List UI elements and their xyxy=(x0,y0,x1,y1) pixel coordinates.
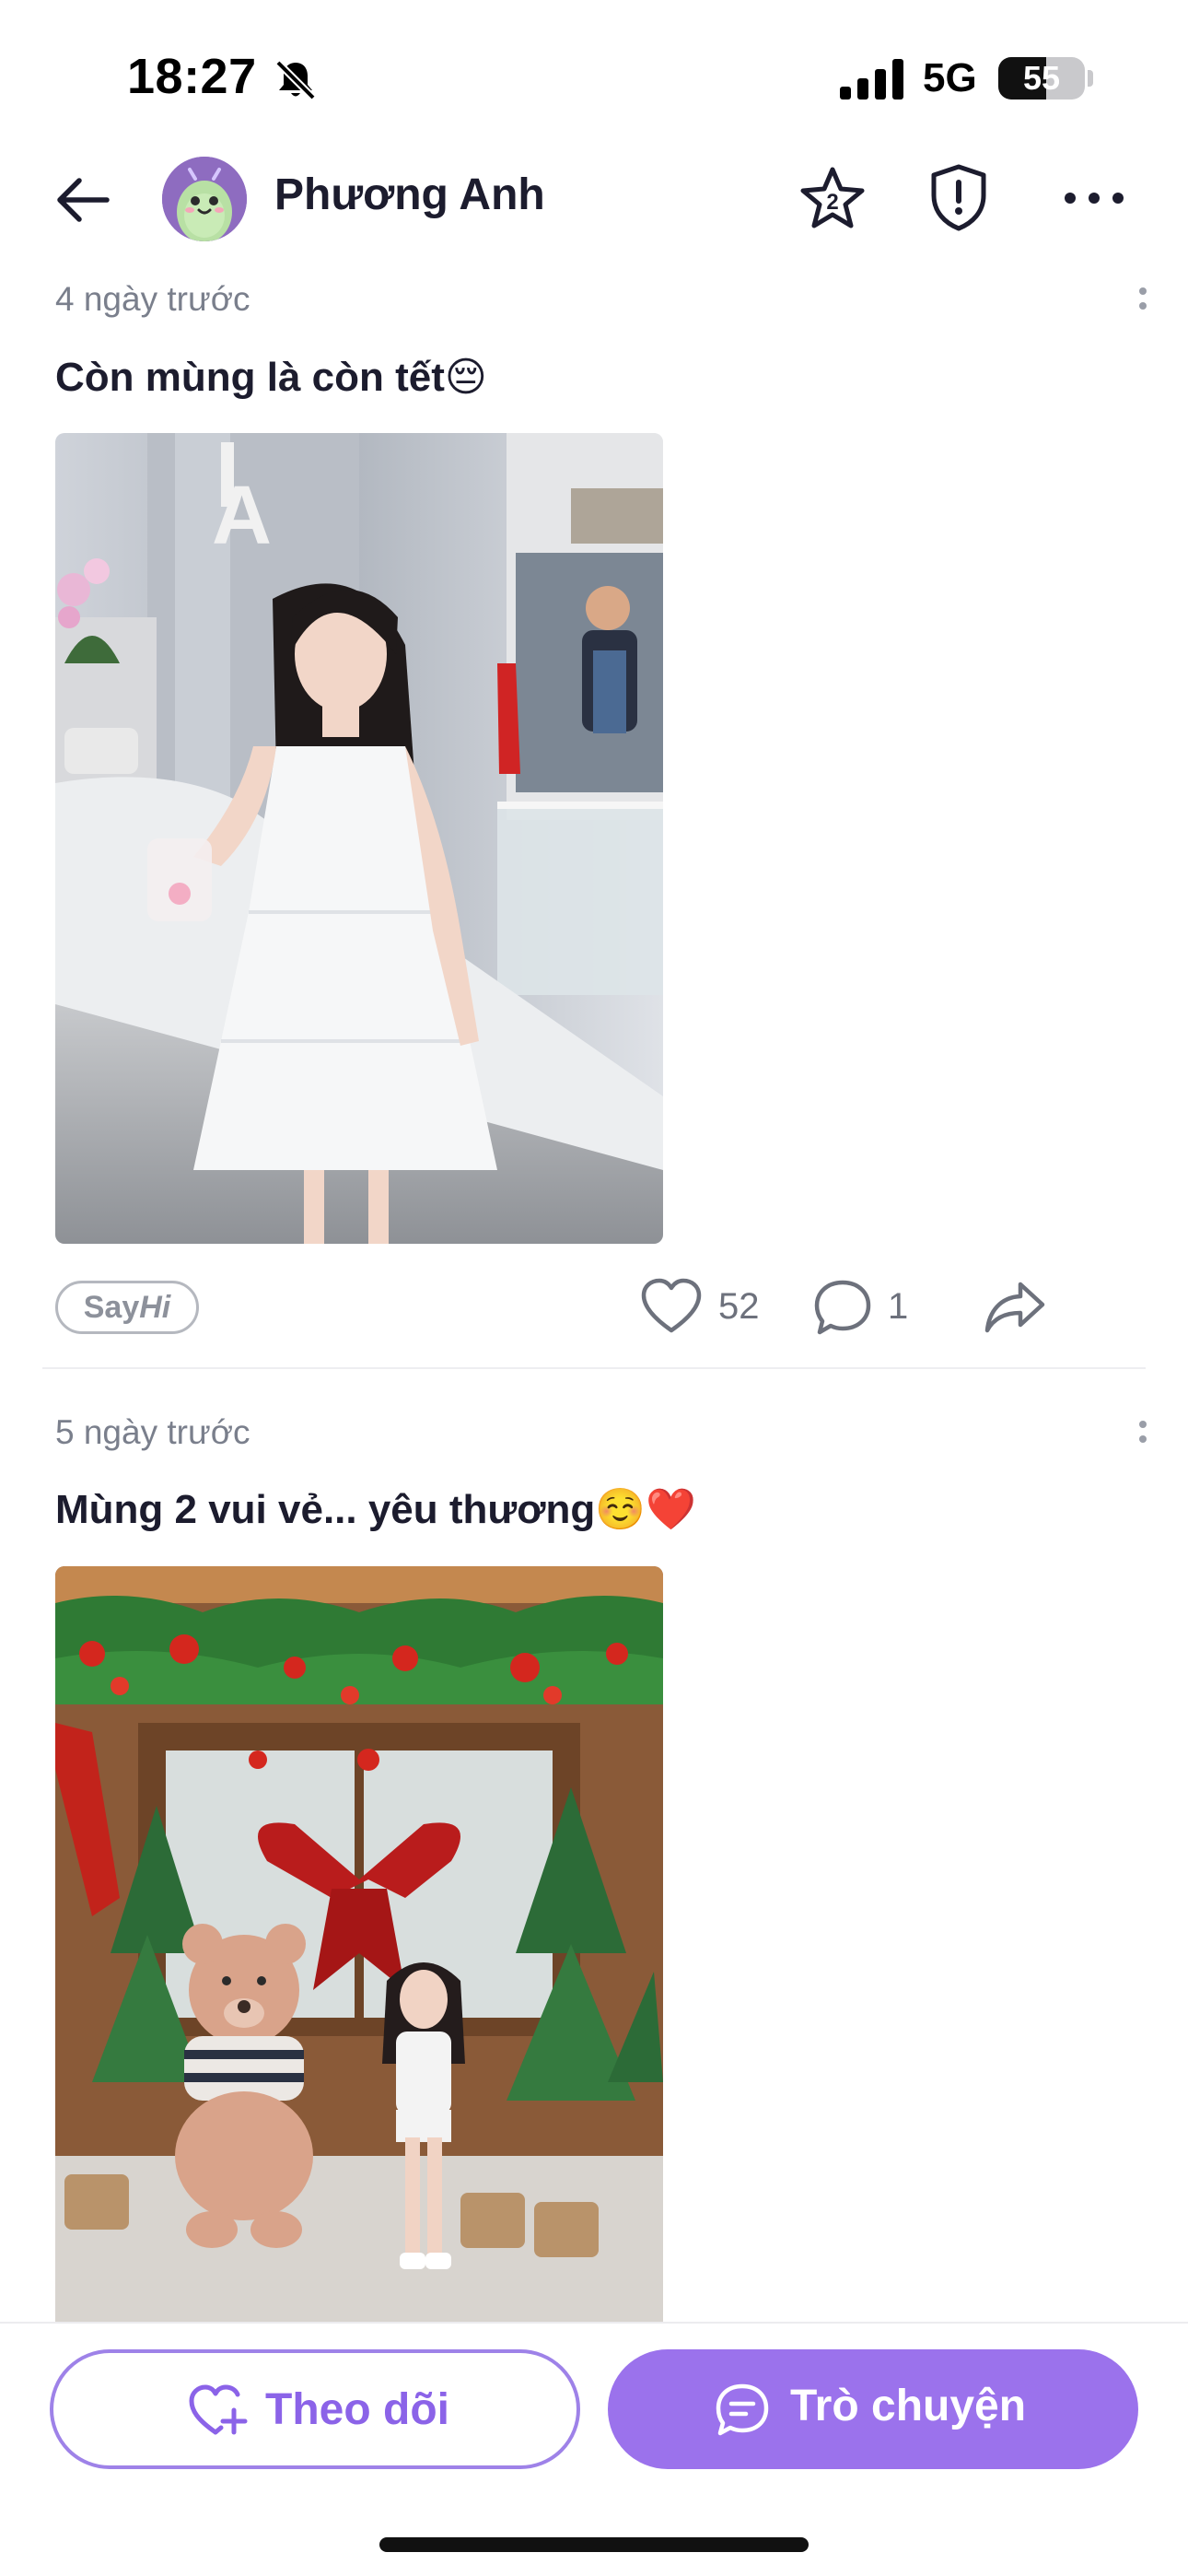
avatar[interactable] xyxy=(162,157,247,241)
post-actions: SayHi 52 1 xyxy=(0,1271,1188,1345)
chat-label: Trò chuyện xyxy=(790,2382,1027,2430)
post-caption: Còn mùng là còn tết😔 xyxy=(55,355,487,400)
star-badge-icon[interactable]: 2 xyxy=(798,164,868,234)
comment-icon[interactable] xyxy=(812,1277,873,1338)
status-time: 18:27 xyxy=(127,49,257,104)
home-indicator xyxy=(379,2537,809,2552)
shield-alert-icon[interactable] xyxy=(926,162,991,232)
battery-indicator: 55 xyxy=(998,57,1085,100)
network-type: 5G xyxy=(923,55,977,100)
back-arrow-icon[interactable] xyxy=(52,168,116,232)
profile-name: Phương Anh xyxy=(274,170,545,219)
sayhi-label-italic: Hi xyxy=(139,1290,171,1325)
post-photo[interactable] xyxy=(55,1566,663,2322)
post-divider xyxy=(42,1367,1146,1369)
star-badge-number: 2 xyxy=(826,190,838,215)
post-time: 4 ngày trước xyxy=(55,280,250,318)
share-icon[interactable] xyxy=(982,1277,1048,1338)
avatar-illustration xyxy=(162,157,247,241)
photo-girl-white-dress: A xyxy=(55,433,663,1244)
post-menu-icon[interactable] xyxy=(1129,1417,1157,1454)
battery-level: 55 xyxy=(1022,59,1061,97)
heart-plus-icon xyxy=(189,2384,248,2435)
svg-text:A: A xyxy=(212,470,272,562)
chat-button[interactable]: Trò chuyện xyxy=(608,2349,1138,2469)
follow-label: Theo dõi xyxy=(265,2385,449,2434)
follow-button[interactable]: Theo dõi xyxy=(50,2349,580,2469)
post-caption: Mùng 2 vui vẻ... yêu thương☺️❤️ xyxy=(55,1487,696,1532)
signal-icon xyxy=(840,59,903,100)
battery-cap xyxy=(1088,70,1093,87)
chat-bubble-icon xyxy=(716,2383,769,2436)
profile-header: Phương Anh 2 xyxy=(0,147,1188,249)
bell-slash-icon xyxy=(275,60,316,100)
post-time: 5 ngày trước xyxy=(55,1413,250,1451)
post-menu-icon[interactable] xyxy=(1129,284,1157,321)
post-photo[interactable]: A xyxy=(55,433,663,1244)
sayhi-label: Say xyxy=(83,1290,140,1325)
sayhi-button[interactable]: SayHi xyxy=(55,1281,199,1334)
comment-count: 1 xyxy=(888,1286,909,1327)
status-bar: 18:27 5G 55 xyxy=(0,0,1188,147)
photo-christmas-decor xyxy=(55,1566,663,2322)
more-horizontal-icon[interactable] xyxy=(1059,166,1129,230)
like-count: 52 xyxy=(718,1286,760,1327)
heart-icon[interactable] xyxy=(639,1277,704,1336)
